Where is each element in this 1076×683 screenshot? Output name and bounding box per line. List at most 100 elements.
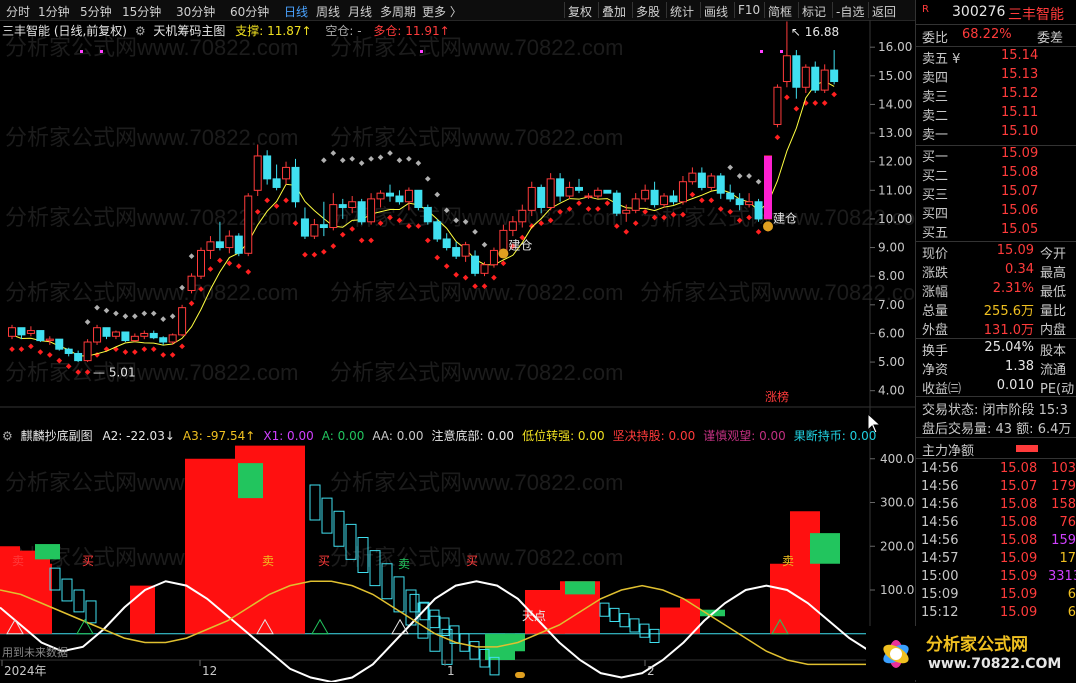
candle-body[interactable]: [197, 249, 205, 277]
settings-gear-icon[interactable]: ⚙: [135, 24, 146, 38]
main-flow-row[interactable]: 主力净额: [916, 440, 1076, 459]
candle-body[interactable]: [111, 331, 120, 337]
candle-body[interactable]: [149, 332, 158, 339]
candle-body[interactable]: [376, 192, 385, 200]
candle-body[interactable]: [792, 55, 801, 88]
candle-body[interactable]: [395, 195, 404, 203]
candle-body[interactable]: [300, 218, 309, 237]
candle-body[interactable]: [253, 155, 262, 191]
candle-body[interactable]: [584, 195, 593, 198]
candle-body[interactable]: [263, 155, 272, 180]
candle-body[interactable]: [187, 275, 196, 291]
ask-row[interactable]: 卖一 15.10: [916, 124, 1076, 143]
period-tab-9[interactable]: 多周期: [380, 3, 416, 20]
candle-body[interactable]: [8, 327, 16, 337]
candle-body[interactable]: [660, 195, 669, 206]
candle-body[interactable]: [64, 348, 73, 354]
candle-body[interactable]: [471, 255, 480, 274]
candle-body[interactable]: [215, 241, 224, 249]
candle-body[interactable]: [461, 244, 470, 257]
toolbar-action-0[interactable]: 复权: [568, 3, 592, 20]
ask-row[interactable]: 卖三 15.12: [916, 86, 1076, 105]
candle-body[interactable]: [225, 235, 234, 249]
candle-body[interactable]: [518, 209, 527, 223]
bid-row[interactable]: 买五 15.05: [916, 222, 1076, 241]
candle-body[interactable]: [357, 201, 366, 223]
candle-body[interactable]: [433, 221, 442, 240]
candle-body[interactable]: [45, 338, 54, 342]
sub-indicator-name[interactable]: 麒麟抄底副图: [21, 429, 93, 443]
toolbar-action-3[interactable]: 统计: [670, 3, 694, 20]
candle-body[interactable]: [773, 86, 782, 125]
candle-body[interactable]: [178, 307, 187, 336]
candle-body[interactable]: [452, 247, 461, 257]
candle-body[interactable]: [367, 198, 376, 223]
candle-body[interactable]: [272, 178, 281, 188]
toolbar-action-5[interactable]: F10: [738, 3, 760, 17]
candle-body[interactable]: [83, 341, 92, 362]
toolbar-action-9[interactable]: 返回: [872, 3, 896, 20]
period-tab-4[interactable]: 30分钟: [176, 3, 215, 20]
candle-body[interactable]: [622, 209, 631, 214]
candle-body[interactable]: [716, 175, 725, 194]
limit-up-rank-label[interactable]: 涨榜: [765, 389, 789, 404]
scroll-indicator[interactable]: [515, 672, 525, 678]
candle-body[interactable]: [159, 337, 168, 343]
candle-body[interactable]: [121, 331, 130, 342]
candle-body[interactable]: [678, 181, 687, 203]
bid-row[interactable]: 买三 15.07: [916, 184, 1076, 203]
candle-body[interactable]: [508, 221, 517, 231]
candle-body[interactable]: [830, 69, 839, 83]
toolbar-action-8[interactable]: -自选: [836, 3, 864, 20]
candle-body[interactable]: [593, 189, 602, 197]
candle-body[interactable]: [423, 206, 432, 223]
bid-row[interactable]: 买二 15.08: [916, 165, 1076, 184]
candle-body[interactable]: [168, 334, 177, 343]
candle-body[interactable]: [244, 195, 253, 254]
candle-body[interactable]: [282, 166, 291, 180]
candle-body[interactable]: [707, 175, 716, 188]
candle-body[interactable]: [102, 327, 111, 337]
candle-body[interactable]: [603, 189, 612, 194]
toolbar-action-7[interactable]: 标记: [802, 3, 826, 20]
candle-body[interactable]: [575, 186, 583, 191]
candle-body[interactable]: [754, 201, 763, 220]
limit-up-candle[interactable]: [764, 155, 772, 219]
candle-body[interactable]: [489, 249, 498, 266]
candle-body[interactable]: [820, 69, 829, 91]
ask-row[interactable]: 卖四 15.13: [916, 67, 1076, 86]
candle-body[interactable]: [319, 224, 328, 229]
candle-body[interactable]: [801, 66, 810, 88]
toolbar-action-4[interactable]: 画线: [704, 3, 728, 20]
candle-body[interactable]: [74, 352, 83, 362]
period-tab-5[interactable]: 60分钟: [230, 3, 269, 20]
period-tab-0[interactable]: 分时: [6, 3, 30, 20]
candle-body[interactable]: [442, 238, 451, 249]
candle-body[interactable]: [329, 204, 338, 229]
period-tab-10[interactable]: 更多 〉: [422, 3, 462, 20]
period-tab-3[interactable]: 15分钟: [122, 3, 161, 20]
candle-body[interactable]: [414, 189, 423, 208]
candle-body[interactable]: [556, 178, 565, 197]
period-tab-1[interactable]: 1分钟: [38, 3, 70, 20]
bid-row[interactable]: 买一 15.09: [916, 146, 1076, 165]
candle-body[interactable]: [612, 192, 621, 214]
candle-body[interactable]: [17, 327, 26, 336]
candle-body[interactable]: [782, 55, 791, 83]
candle-body[interactable]: [537, 186, 546, 208]
candle-body[interactable]: [55, 338, 64, 350]
candle-body[interactable]: [499, 229, 508, 251]
sub-settings-gear-icon[interactable]: ⚙: [2, 429, 13, 443]
candle-body[interactable]: [206, 241, 215, 251]
candle-body[interactable]: [565, 186, 574, 197]
bid-row[interactable]: 买四 15.06: [916, 203, 1076, 222]
candle-body[interactable]: [811, 66, 820, 91]
candle-body[interactable]: [348, 201, 357, 208]
toolbar-action-1[interactable]: 叠加: [602, 3, 626, 20]
period-tab-2[interactable]: 5分钟: [80, 3, 112, 20]
candle-body[interactable]: [26, 330, 35, 334]
candle-body[interactable]: [36, 330, 45, 342]
candle-body[interactable]: [745, 201, 754, 206]
candle-body[interactable]: [480, 264, 489, 274]
candle-body[interactable]: [641, 189, 650, 200]
